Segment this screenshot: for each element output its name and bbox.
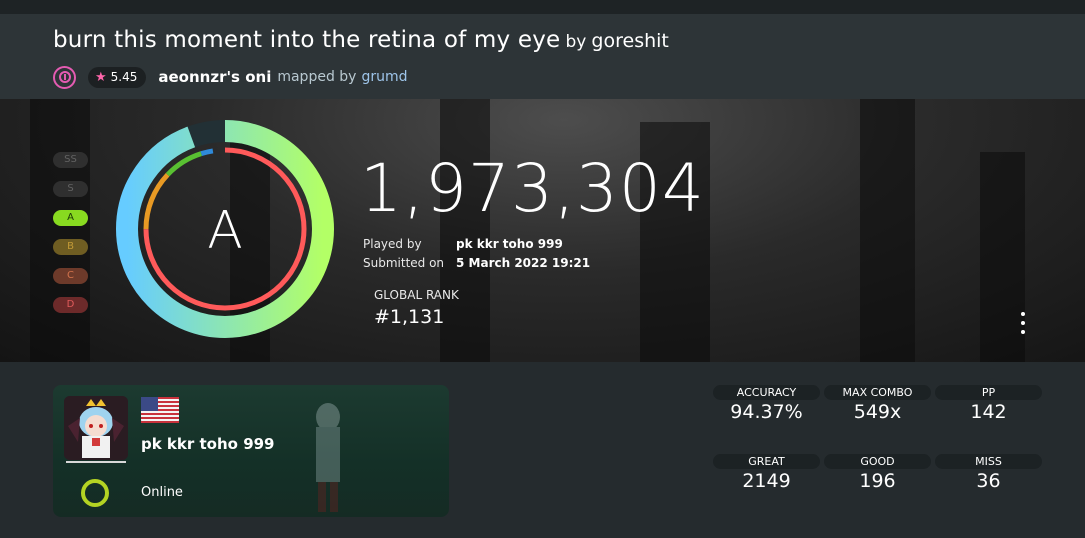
beatmap-title-line: burn this moment into the retina of my e… — [53, 27, 669, 53]
grade-letter: A — [207, 201, 243, 261]
top-strip — [0, 0, 1085, 14]
accuracy-ring: A — [116, 120, 334, 338]
submitted-on-label: Submitted on — [363, 256, 445, 270]
stat-accuracy-value: 94.37% — [730, 401, 803, 423]
grade-c: C — [53, 268, 88, 284]
player-card[interactable]: pk kkr toho 999 Online — [53, 385, 449, 517]
stat-good: GOOD 196 — [824, 454, 931, 492]
online-status-label: Online — [141, 485, 183, 500]
stat-miss: MISS 36 — [935, 454, 1042, 492]
stat-great-label: GREAT — [713, 454, 820, 469]
difficulty-name: aeonnzr's oni — [158, 68, 272, 86]
star-rating-badge: ★ 5.45 — [88, 66, 147, 88]
beatmap-title[interactable]: burn this moment into the retina of my e… — [53, 27, 560, 53]
player-username[interactable]: pk kkr toho 999 — [141, 435, 275, 453]
star-rating-value: 5.45 — [110, 70, 138, 84]
taiko-mode-icon — [53, 65, 76, 89]
avatar-underline — [66, 461, 126, 463]
stat-miss-value: 36 — [976, 470, 1001, 492]
stat-max-combo: MAX COMBO 549x — [824, 385, 931, 423]
stat-accuracy: ACCURACY 94.37% — [713, 385, 820, 423]
grade-a: A — [53, 210, 88, 226]
stat-good-label: GOOD — [824, 454, 931, 469]
stat-max-combo-label: MAX COMBO — [824, 385, 931, 400]
global-rank-value: #1,131 — [374, 306, 445, 328]
submitted-on-date: 5 March 2022 19:21 — [456, 256, 591, 270]
by-label: by — [565, 32, 587, 52]
card-background-character — [316, 403, 340, 512]
beatmap-meta: ★ 5.45 aeonnzr's oni mapped by grumd — [53, 65, 408, 89]
mapped-by-label: mapped by — [277, 69, 357, 85]
grade-b: B — [53, 239, 88, 255]
more-options-icon[interactable] — [1016, 312, 1030, 334]
stat-accuracy-label: ACCURACY — [713, 385, 820, 400]
stat-great: GREAT 2149 — [713, 454, 820, 492]
beatmap-artist: goreshit — [591, 30, 669, 52]
grade-d: D — [53, 297, 88, 313]
stat-great-value: 2149 — [742, 470, 791, 492]
total-score: 1,973,304 — [360, 150, 705, 227]
stat-max-combo-value: 549x — [853, 401, 902, 423]
grade-ss: SS — [53, 152, 88, 168]
us-flag-icon[interactable] — [141, 397, 179, 423]
star-icon: ★ — [95, 69, 107, 85]
stat-pp: PP 142 — [935, 385, 1042, 423]
grade-ladder: SS S A B C D — [53, 152, 88, 326]
played-by-label: Played by — [363, 237, 422, 251]
grade-s: S — [53, 181, 88, 197]
online-status-icon — [81, 479, 109, 507]
stat-miss-label: MISS — [935, 454, 1042, 469]
beatmap-header: burn this moment into the retina of my e… — [0, 14, 1085, 99]
global-rank-label: GLOBAL RANK — [374, 288, 459, 302]
played-by-user[interactable]: pk kkr toho 999 — [456, 235, 563, 254]
avatar[interactable] — [64, 396, 128, 460]
stat-pp-value: 142 — [970, 401, 1007, 423]
play-info: Played by pk kkr toho 999 Submitted on 5… — [363, 235, 590, 273]
mapper-link[interactable]: grumd — [361, 69, 407, 85]
stat-good-value: 196 — [859, 470, 896, 492]
stat-pp-label: PP — [935, 385, 1042, 400]
